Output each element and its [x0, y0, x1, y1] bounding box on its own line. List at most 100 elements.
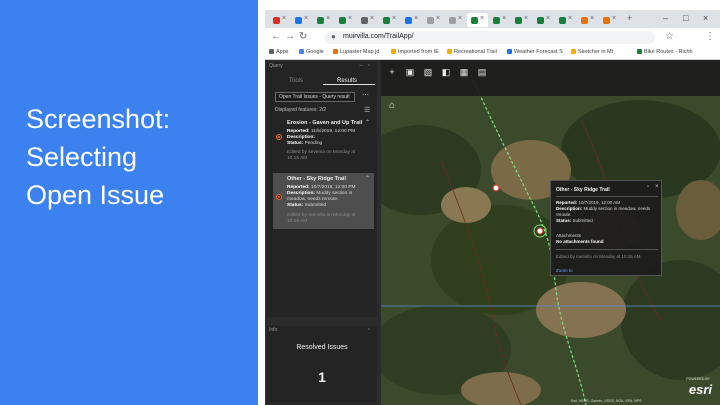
close-icon[interactable]: × [326, 15, 330, 22]
bookmark-item[interactable]: Sketcher in Mt [571, 49, 613, 55]
browser-tab[interactable]: × [291, 13, 312, 27]
close-icon[interactable]: × [480, 15, 484, 22]
bookmark-item[interactable]: Weather Forecast S [507, 49, 563, 55]
browser-tab[interactable]: × [533, 13, 554, 27]
browser-tab[interactable]: × [379, 13, 400, 27]
bookmark-item[interactable]: Apps [269, 49, 289, 55]
zoom-in-icon[interactable]: + [385, 67, 399, 79]
more-options-icon[interactable]: ⋯ [362, 91, 369, 99]
browser-tab[interactable]: × [489, 13, 510, 27]
dock-icon[interactable]: ▫ [368, 63, 370, 69]
favicon-icon [317, 17, 324, 24]
favicon-icon [471, 17, 478, 24]
bookmark-item[interactable]: Recreational Trail [447, 49, 497, 55]
displayed-features: Displayed features: 2/2 [275, 107, 327, 113]
issue-marker-icon[interactable] [492, 184, 500, 192]
close-icon[interactable]: × [590, 15, 594, 22]
print-icon[interactable]: ▤ [475, 67, 489, 79]
location-pin-icon [276, 194, 282, 200]
chevron-up-icon[interactable]: ⌃ [365, 175, 370, 182]
bookmark-icon [637, 49, 642, 54]
favicon-icon [405, 17, 412, 24]
list-options-icon[interactable]: ☰ [364, 106, 370, 114]
browser-tab[interactable]: × [335, 13, 356, 27]
reload-icon[interactable]: ↻ [299, 31, 307, 42]
feature-popup: Other - Sky Ridge Trail ▫ × Reported: 10… [550, 180, 662, 276]
basemap-icon[interactable]: ▣ [403, 67, 417, 79]
url-input[interactable]: ● muirvilla.com/TrailApp/ [325, 31, 655, 44]
back-icon[interactable]: ← [271, 31, 281, 42]
maximize-icon[interactable]: □ [683, 13, 688, 23]
browser-tab[interactable]: × [313, 13, 334, 27]
menu-icon[interactable]: ⋮ [705, 31, 715, 42]
folder-icon [447, 49, 452, 54]
result-description: Description: [287, 135, 315, 140]
result-item-selected[interactable]: Other - Sky Ridge Trail ⌃ Reported: 10/7… [273, 173, 374, 229]
forward-icon[interactable]: → [285, 31, 295, 42]
address-bar: ← → ↻ ● muirvilla.com/TrailApp/ ☆ ⋮ [265, 28, 720, 47]
close-icon[interactable]: × [502, 15, 506, 22]
image-icon[interactable]: ▧ [421, 67, 435, 79]
browser-tab[interactable]: × [401, 13, 422, 27]
panel-header: Query [269, 63, 283, 69]
home-icon[interactable]: ⌂ [385, 100, 399, 112]
slide-title-line-3: Open Issue [26, 180, 165, 210]
browser-tab[interactable]: × [357, 13, 378, 27]
close-icon[interactable]: × [414, 15, 418, 22]
map-attribution: Esri, HERE, Garmin, USGS, NGA, EPA, NPS [571, 399, 642, 403]
browser-tab[interactable]: × [599, 13, 620, 27]
issue-marker-icon[interactable] [536, 227, 544, 235]
close-icon[interactable]: × [612, 15, 616, 22]
results-layer-select[interactable]: Open Trail Issues - Query result [275, 92, 355, 102]
close-icon[interactable]: × [568, 15, 572, 22]
close-icon[interactable]: × [458, 15, 462, 22]
bookmark-item[interactable]: Bike Routes - Richh [637, 49, 693, 55]
maximize-popup-icon[interactable]: ▫ [647, 184, 649, 190]
collapse-icon[interactable]: − [359, 63, 363, 69]
expand-icon[interactable]: ▫ [368, 327, 370, 333]
grid-icon[interactable]: ▦ [457, 67, 471, 79]
browser-tab[interactable]: × [423, 13, 444, 27]
close-icon[interactable]: × [392, 15, 396, 22]
browser-tab[interactable]: × [445, 13, 466, 27]
favicon-icon [383, 17, 390, 24]
close-icon[interactable]: × [436, 15, 440, 22]
bookmark-item[interactable]: Lupaster Map jd [333, 49, 379, 55]
close-icon[interactable]: × [524, 15, 528, 22]
browser-tab[interactable]: × [269, 13, 290, 27]
favicon-icon [537, 17, 544, 24]
minimize-icon[interactable]: – [663, 13, 668, 23]
left-band: Screenshot: Selecting Open Issue [0, 0, 258, 405]
browser-tab[interactable]: × [555, 13, 576, 27]
close-icon[interactable]: × [546, 15, 550, 22]
close-icon[interactable]: × [304, 15, 308, 22]
favicon-icon [295, 17, 302, 24]
favicon-icon [449, 17, 456, 24]
browser-tab[interactable]: × [577, 13, 598, 27]
new-tab-button[interactable]: + [621, 13, 642, 27]
star-icon[interactable]: ☆ [665, 31, 674, 42]
slide-title-line-1: Screenshot: [26, 104, 171, 134]
chevron-up-icon[interactable]: ⌃ [365, 119, 370, 126]
result-edited-time: 10:15 AM [287, 219, 308, 224]
resolved-count: 1 [318, 369, 326, 385]
url-text: muirvilla.com/TrailApp/ [343, 33, 414, 40]
zoom-to-link[interactable]: Zoom to [556, 268, 573, 273]
close-icon[interactable]: × [282, 15, 286, 22]
close-icon[interactable]: × [348, 15, 352, 22]
popup-edited: Edited by ruervilla on Monday at 10:15 A… [556, 254, 641, 259]
window-close-icon[interactable]: × [703, 13, 708, 23]
close-icon[interactable]: × [370, 15, 374, 22]
favicon-icon [493, 17, 500, 24]
tab-tools[interactable]: Tools [289, 78, 303, 84]
map-app: Query − ▫ Tools Results Open Trail Issue… [265, 60, 720, 405]
popup-description-cont: reroute. [556, 212, 572, 217]
result-item[interactable]: Erosion - Gaven and Up Trail ⌃ Reported:… [273, 117, 374, 172]
bookmark-item[interactable]: Imported from IE [391, 49, 439, 55]
close-popup-icon[interactable]: × [655, 184, 659, 190]
browser-tab-active[interactable]: × [467, 13, 488, 27]
browser-tab[interactable]: × [511, 13, 532, 27]
layers-icon[interactable]: ◧ [439, 67, 453, 79]
map-view[interactable]: + ▣ ▧ ◧ ▦ ▤ ⌂ Other - Sky Ridge Trail ▫ … [381, 60, 720, 405]
bookmark-item[interactable]: Google [299, 49, 324, 55]
